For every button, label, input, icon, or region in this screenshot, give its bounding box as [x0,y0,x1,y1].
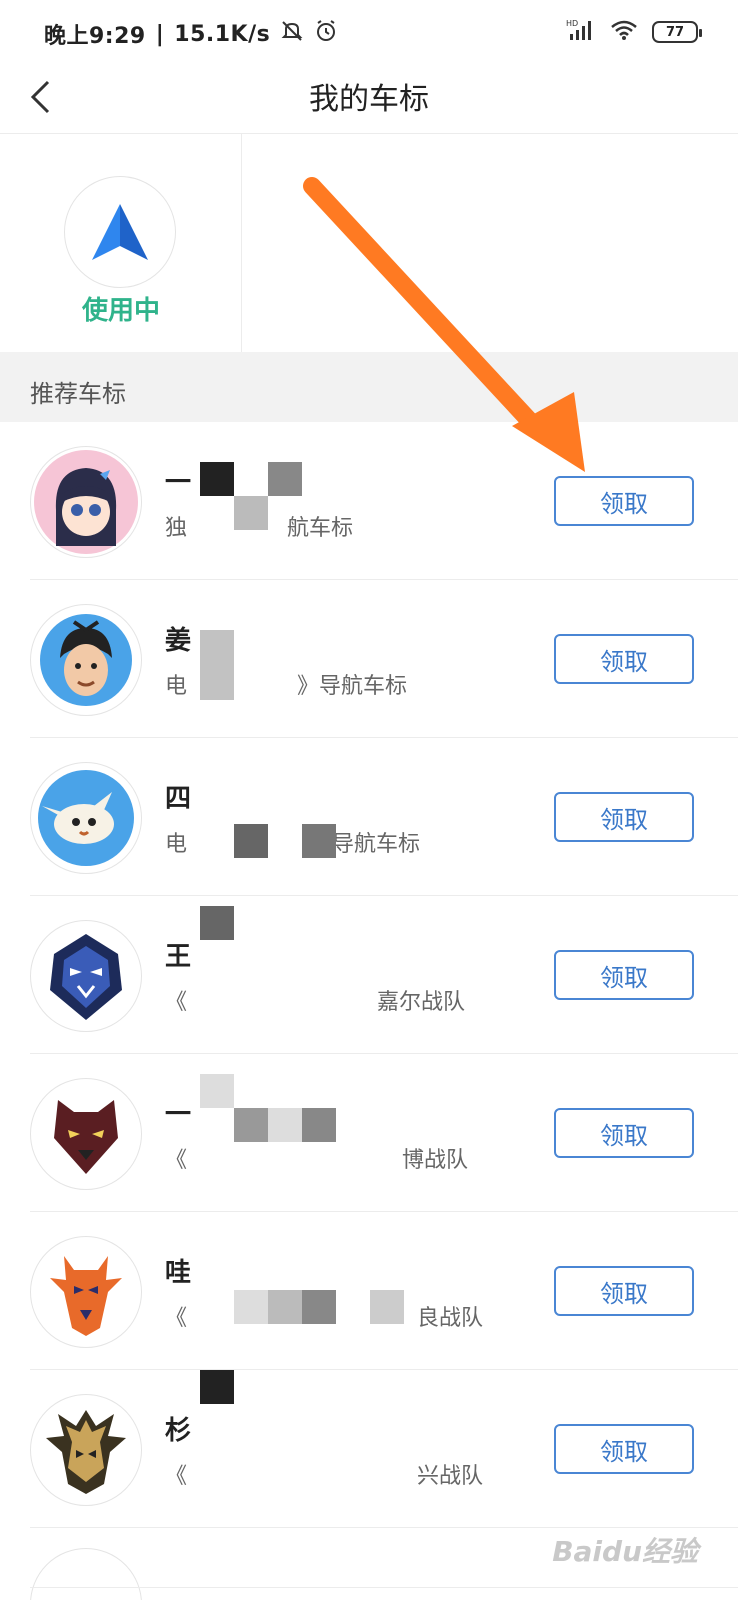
item-title: 姜 [165,626,192,656]
current-logo-cell[interactable]: 使用中 [0,134,242,352]
giraffe-avatar [30,1236,142,1348]
item-subtitle: 《 兴战队 [165,1458,483,1490]
status-right: HD 77 [566,18,702,46]
item-subtitle: 《 嘉尔战队 [165,984,465,1016]
item-subtitle-tail: 博战队 [402,1148,469,1173]
list-item: 一 独 航车标 领取 [0,422,738,580]
list-item: 一 《 博战队 领取 [0,1054,738,1212]
claim-button[interactable]: 领取 [554,1108,694,1158]
censor-mosaic [302,1290,336,1324]
list-item: 四 电 导航车标 领取 [0,738,738,896]
list-item: 姜 电 》导航车标 领取 [0,580,738,738]
item-subtitle-tail: 导航车标 [332,832,421,857]
item-subtitle-head: 《 [165,1464,188,1489]
censor-mosaic [370,1290,404,1324]
section-title: 推荐车标 [30,380,126,408]
battery-icon: 77 [652,21,702,43]
item-subtitle-head: 电 [165,832,188,857]
item-title: 一 [165,1100,192,1130]
status-divider: | [155,21,165,47]
panther-avatar [30,1078,142,1190]
censor-mosaic [200,462,234,496]
censor-mosaic [200,1370,234,1404]
list-item: 杉 《 兴战队 领取 [0,1370,738,1528]
watermark: Baidu经验 [552,1535,698,1568]
item-subtitle-head: 《 [165,1148,188,1173]
censor-mosaic [302,1108,336,1142]
mute-icon [280,19,304,49]
nav-bar: 我的车标 [0,64,738,134]
signal-icon: HD [566,18,596,46]
censor-mosaic [234,496,268,530]
claim-button[interactable]: 领取 [554,950,694,1000]
item-title: 王 [165,942,192,972]
item-subtitle-head: 独 [165,516,188,541]
warrior-avatar [30,604,142,716]
item-subtitle-tail: 良战队 [417,1306,484,1331]
claim-button[interactable]: 领取 [554,1266,694,1316]
item-subtitle: 电 导航车标 [165,826,420,858]
item-subtitle: 《 博战队 [165,1142,468,1174]
claim-button[interactable]: 领取 [554,476,694,526]
anime-girl-avatar [30,446,142,558]
partial-avatar [30,1548,142,1600]
item-subtitle-tail: 航车标 [287,516,354,541]
dragon-avatar [30,1394,142,1506]
in-use-label: 使用中 [81,296,160,326]
item-subtitle-tail: 兴战队 [417,1464,484,1489]
list-item: 王 《 嘉尔战队 领取 [0,896,738,1054]
item-subtitle-head: 《 [165,1306,188,1331]
battery-level: 77 [665,24,685,40]
claim-button[interactable]: 领取 [554,792,694,842]
svg-text:HD: HD [566,19,578,28]
current-logo-circle [64,176,176,288]
lion-mask-avatar [30,920,142,1032]
alarm-icon [314,19,338,49]
recommended-section-header: 推荐车标 [0,352,738,422]
item-subtitle-tail: 》导航车标 [297,674,408,699]
claim-button[interactable]: 领取 [554,634,694,684]
item-title: 哇 [165,1258,192,1288]
censor-mosaic [302,824,336,858]
status-left: 晚上9:29 | 15.1K/s [44,18,338,50]
navigation-arrow-icon [92,204,148,260]
page-title: 我的车标 [309,82,429,117]
item-subtitle-head: 《 [165,990,188,1015]
censor-mosaic [268,1108,302,1142]
item-title: 四 [165,784,192,814]
status-bar: 晚上9:29 | 15.1K/s HD 77 [0,0,738,64]
censor-mosaic [200,630,234,700]
item-subtitle-tail: 嘉尔战队 [377,990,466,1015]
claim-button[interactable]: 领取 [554,1424,694,1474]
wifi-icon [610,19,638,45]
censor-mosaic [234,1108,268,1142]
rabbit-avatar [30,762,142,874]
censor-mosaic [268,1290,302,1324]
list-item: 哇 《 良战队 领取 [0,1212,738,1370]
censor-mosaic [234,824,268,858]
item-title: 一 [165,468,192,498]
censor-mosaic [200,906,234,940]
status-time: 晚上9:29 [44,24,146,49]
item-title: 杉 [165,1416,192,1446]
status-speed: 15.1K/s [174,21,271,47]
recommended-list: 一 独航车标 领取 姜 电》导航车标 领取 四 电导航车标 领取 王 《嘉尔战队… [0,422,738,1600]
censor-mosaic [234,1290,268,1324]
item-subtitle-head: 电 [165,674,188,699]
censor-mosaic [268,462,302,496]
current-logo-section: 使用中 [0,134,738,352]
censor-mosaic [200,1074,234,1108]
